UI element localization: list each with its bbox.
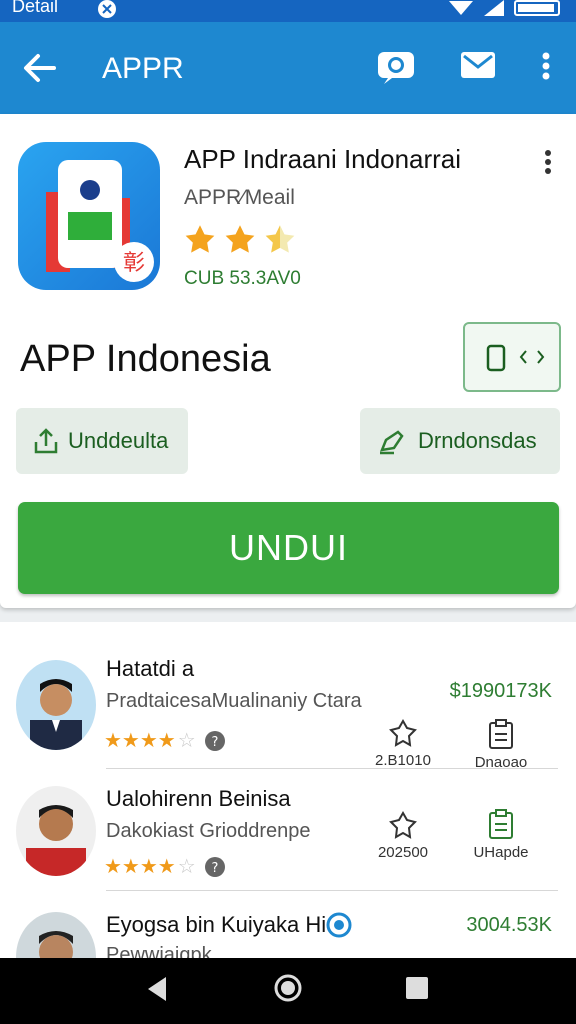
item-price: $1990173K xyxy=(449,680,552,702)
share-button[interactable]: Unddeulta xyxy=(16,408,188,474)
battery-icon xyxy=(514,0,560,16)
signal-icon xyxy=(484,0,504,16)
help-icon: ? xyxy=(204,856,225,877)
wifi-icon xyxy=(449,1,473,15)
item-stat-label: 202500 xyxy=(377,844,429,861)
clipboard-icon xyxy=(489,719,513,749)
app-name: APP Indraani Indonarrai xyxy=(184,144,462,174)
item-action[interactable]: Dnaoao xyxy=(456,718,546,771)
app-icon: 彰 xyxy=(18,142,160,290)
app-size: CUB 53.3AV0 xyxy=(184,268,301,289)
item-stat: 202500 xyxy=(358,810,448,861)
screenshot-chip[interactable] xyxy=(463,322,561,392)
back-nav-icon[interactable] xyxy=(144,974,170,1004)
svg-text:?: ? xyxy=(211,861,218,876)
divider xyxy=(106,890,558,891)
star-icon: ★★★★ xyxy=(104,730,176,752)
star-half-icon xyxy=(265,225,295,253)
star-icon xyxy=(185,225,215,253)
badge-icon xyxy=(389,810,417,839)
more-vert-icon[interactable] xyxy=(526,44,566,88)
wishlist-label: Drndonsdas xyxy=(418,428,537,453)
install-button[interactable]: UNDUI xyxy=(18,502,559,594)
star-icon xyxy=(225,225,255,253)
app-headline: APP Indonesia xyxy=(20,338,271,380)
edit-icon xyxy=(380,430,404,455)
page-title: APPR xyxy=(102,52,184,85)
star-empty-icon: ☆ xyxy=(177,856,196,878)
item-description: PradtaicesaMualinaniy Ctara xyxy=(106,690,362,712)
svg-text:彰: 彰 xyxy=(123,251,145,276)
share-icon xyxy=(34,428,58,454)
badge-icon xyxy=(389,718,417,747)
phone-icon xyxy=(486,344,506,372)
back-arrow-icon[interactable] xyxy=(20,48,60,88)
app-bar: APPR xyxy=(0,22,576,114)
status-bar: Detail xyxy=(0,0,576,22)
item-name: Hatatdi a xyxy=(106,656,195,681)
item-description: Dakokiast Grioddrenpe xyxy=(106,820,311,842)
mail-icon[interactable] xyxy=(456,44,500,88)
item-rating: ★★★★ ☆ ? xyxy=(104,854,226,879)
item-price: 3004.53K xyxy=(466,914,552,936)
item-rating: ★★★★ ☆ ? xyxy=(104,728,226,753)
avatar xyxy=(16,660,96,750)
status-text: Detail xyxy=(12,0,59,16)
related-apps-list: Hatatdi a PradtaicesaMualinaniy Ctara ★★… xyxy=(0,622,576,1002)
item-name: Eyogsa bin Kuiyaka Hi xyxy=(106,912,327,937)
item-action-label: UHapde xyxy=(473,844,529,861)
item-action[interactable]: UHapde xyxy=(456,808,546,861)
status-icons xyxy=(448,0,562,16)
recents-nav-icon[interactable] xyxy=(404,974,430,1002)
star-empty-icon: ☆ xyxy=(177,730,196,752)
svg-text:?: ? xyxy=(211,735,218,750)
code-icon xyxy=(519,350,545,364)
clipboard-icon xyxy=(489,809,513,839)
more-options-icon[interactable] xyxy=(538,148,558,176)
camera-icon[interactable] xyxy=(374,44,418,88)
app-rating xyxy=(184,224,296,254)
star-icon: ★★★★ xyxy=(104,856,176,878)
divider xyxy=(106,768,558,769)
item-name: Ualohirenn Beinisa xyxy=(106,786,291,811)
avatar xyxy=(16,786,96,876)
app-developer: APPR⁄Meail xyxy=(184,186,295,209)
item-stat-label: 2.B1010 xyxy=(375,752,431,769)
item-stat: 2.B1010 xyxy=(358,718,448,769)
help-icon: ? xyxy=(204,730,225,751)
wishlist-button[interactable]: Drndonsdas xyxy=(360,408,560,474)
verified-icon xyxy=(326,912,352,938)
share-label: Unddeulta xyxy=(68,428,169,453)
home-nav-icon[interactable] xyxy=(272,972,304,1004)
navigation-bar xyxy=(0,958,576,1024)
